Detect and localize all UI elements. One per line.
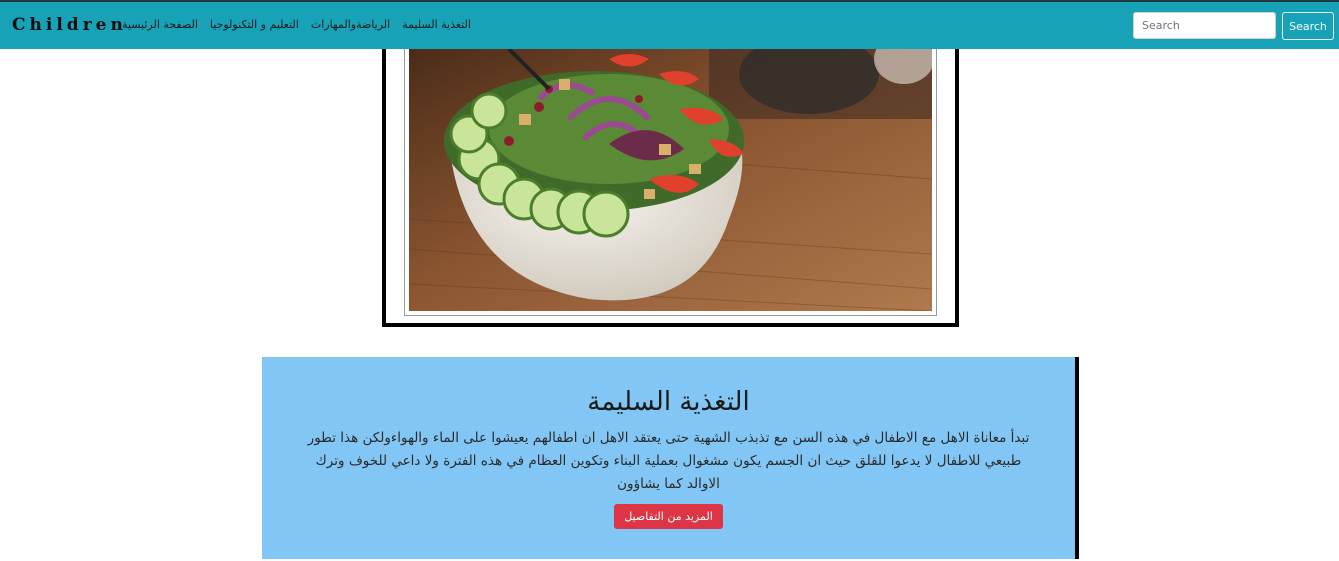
card-description: تبدأ معاناة الاهل مع الاطفال في هذه السن… (307, 430, 1030, 492)
hero-image-frame (382, 49, 959, 327)
salad-bowl-photo (409, 49, 932, 311)
nav-link-healthy-nutrition[interactable]: التغذية السليمة (402, 18, 471, 31)
nav-link-sports-skills[interactable]: الرياضةوالمهارات (311, 18, 390, 31)
nav-link-education-technology[interactable]: التعليم و التكنولوجيا (210, 18, 299, 31)
more-details-button[interactable]: المزيد من التفاصيل (614, 504, 723, 529)
nav-links: الصفحة الرئيسية التعليم و التكنولوجيا ال… (122, 18, 471, 31)
search-button[interactable]: Search (1282, 12, 1334, 40)
brand-logo[interactable]: Children (12, 15, 127, 35)
card-title: التغذية السليمة (587, 387, 750, 417)
hero-image-border (404, 49, 937, 316)
nav-link-home[interactable]: الصفحة الرئيسية (122, 18, 198, 31)
top-navbar: Children الصفحة الرئيسية التعليم و التكن… (0, 0, 1339, 49)
search-input[interactable] (1133, 12, 1276, 39)
nutrition-card: التغذية السليمة تبدأ معاناة الاهل مع الا… (262, 357, 1079, 559)
